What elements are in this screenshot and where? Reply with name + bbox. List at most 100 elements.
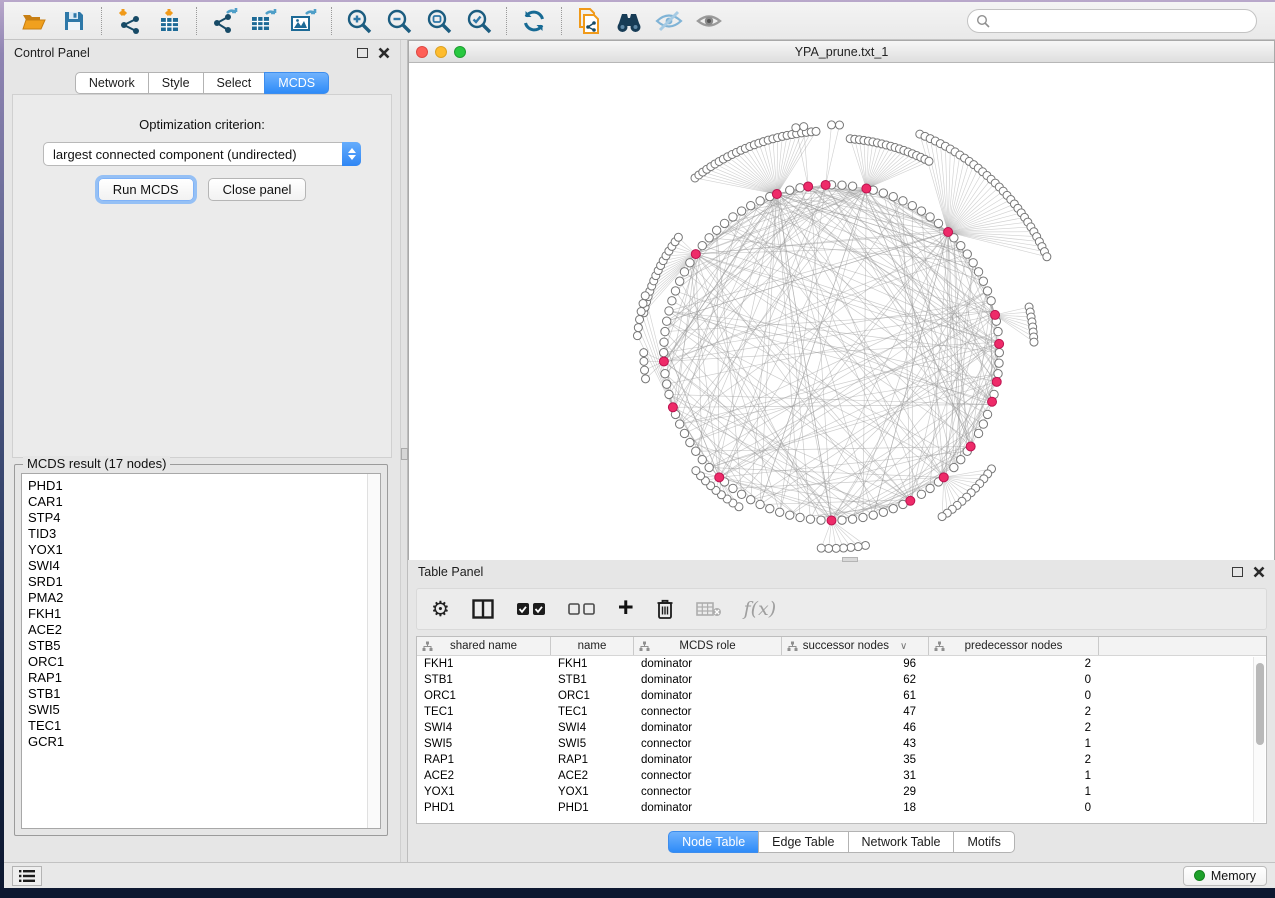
- table-cell[interactable]: YOX1: [551, 784, 634, 800]
- table-row[interactable]: ORC1ORC1dominator610: [417, 688, 1266, 704]
- criterion-dropdown[interactable]: largest connected component (undirected): [43, 142, 361, 166]
- mcds-result-item[interactable]: TEC1: [28, 718, 380, 734]
- table-cell[interactable]: 18: [782, 800, 929, 816]
- mcds-result-item[interactable]: TID3: [28, 526, 380, 542]
- import-network-button[interactable]: [109, 5, 149, 37]
- table-tab-network-table[interactable]: Network Table: [848, 831, 955, 853]
- deselect-all-checkboxes-icon[interactable]: [568, 594, 596, 624]
- column-header[interactable]: name: [551, 637, 634, 655]
- tab-select[interactable]: Select: [203, 72, 266, 94]
- hide-selected-button[interactable]: [649, 5, 689, 37]
- select-all-checkboxes-icon[interactable]: [516, 594, 546, 624]
- mcds-result-item[interactable]: STB1: [28, 686, 380, 702]
- mcds-result-item[interactable]: SWI5: [28, 702, 380, 718]
- delete-column-trash-icon[interactable]: [656, 594, 674, 624]
- table-cell[interactable]: SWI4: [417, 720, 551, 736]
- result-list-scrollbar[interactable]: [367, 474, 380, 828]
- column-header[interactable]: shared name: [417, 637, 551, 655]
- export-image-button[interactable]: [284, 5, 324, 37]
- tab-network[interactable]: Network: [75, 72, 149, 94]
- table-cell[interactable]: dominator: [634, 656, 782, 672]
- show-column-panel-icon[interactable]: [472, 594, 494, 624]
- table-cell[interactable]: connector: [634, 784, 782, 800]
- mcds-result-item[interactable]: PHD1: [28, 478, 380, 494]
- table-row[interactable]: ACE2ACE2connector311: [417, 768, 1266, 784]
- table-cell[interactable]: 62: [782, 672, 929, 688]
- export-table-button[interactable]: [244, 5, 284, 37]
- network-canvas[interactable]: [409, 63, 1274, 560]
- network-graph[interactable]: [409, 63, 1274, 560]
- task-history-button[interactable]: [12, 866, 42, 886]
- table-cell[interactable]: dominator: [634, 672, 782, 688]
- mcds-result-item[interactable]: RAP1: [28, 670, 380, 686]
- table-cell[interactable]: 2: [929, 704, 1099, 720]
- table-cell[interactable]: connector: [634, 704, 782, 720]
- table-tab-edge-table[interactable]: Edge Table: [758, 831, 848, 853]
- table-cell[interactable]: FKH1: [551, 656, 634, 672]
- table-cell[interactable]: 96: [782, 656, 929, 672]
- add-column-plus-icon[interactable]: +: [618, 593, 634, 623]
- table-cell[interactable]: 0: [929, 800, 1099, 816]
- table-row[interactable]: RAP1RAP1dominator352: [417, 752, 1266, 768]
- tab-mcds[interactable]: MCDS: [264, 72, 329, 94]
- table-cell[interactable]: connector: [634, 768, 782, 784]
- table-cell[interactable]: 1: [929, 768, 1099, 784]
- network-frame-titlebar[interactable]: YPA_prune.txt_1: [409, 41, 1274, 63]
- table-cell[interactable]: ACE2: [551, 768, 634, 784]
- show-all-button[interactable]: [689, 5, 729, 37]
- table-cell[interactable]: RAP1: [417, 752, 551, 768]
- table-cell[interactable]: 29: [782, 784, 929, 800]
- table-cell[interactable]: ACE2: [417, 768, 551, 784]
- horizontal-splitter-grip[interactable]: [842, 557, 858, 562]
- table-row[interactable]: FKH1FKH1dominator962: [417, 656, 1266, 672]
- table-cell[interactable]: PHD1: [551, 800, 634, 816]
- table-cell[interactable]: SWI5: [551, 736, 634, 752]
- search-input[interactable]: [995, 14, 1248, 28]
- table-cell[interactable]: STB1: [551, 672, 634, 688]
- mcds-result-item[interactable]: ACE2: [28, 622, 380, 638]
- mcds-result-item[interactable]: CAR1: [28, 494, 380, 510]
- table-cell[interactable]: ORC1: [551, 688, 634, 704]
- save-session-button[interactable]: [54, 5, 94, 37]
- table-cell[interactable]: 2: [929, 720, 1099, 736]
- mcds-result-item[interactable]: GCR1: [28, 734, 380, 750]
- zoom-fit-button[interactable]: [419, 5, 459, 37]
- table-cell[interactable]: 46: [782, 720, 929, 736]
- zoom-in-button[interactable]: [339, 5, 379, 37]
- table-cell[interactable]: SWI4: [551, 720, 634, 736]
- table-cell[interactable]: PHD1: [417, 800, 551, 816]
- open-file-button[interactable]: [14, 5, 54, 37]
- close-panel-icon[interactable]: [378, 47, 390, 59]
- search-binoculars-button[interactable]: [609, 5, 649, 37]
- column-header[interactable]: successor nodes∨: [782, 637, 929, 655]
- mcds-result-item[interactable]: STB5: [28, 638, 380, 654]
- table-cell[interactable]: RAP1: [551, 752, 634, 768]
- table-cell[interactable]: dominator: [634, 752, 782, 768]
- vertical-splitter[interactable]: [400, 40, 408, 862]
- table-cell[interactable]: 1: [929, 784, 1099, 800]
- table-row[interactable]: TEC1TEC1connector472: [417, 704, 1266, 720]
- table-tab-node-table[interactable]: Node Table: [668, 831, 759, 853]
- export-network-button[interactable]: [204, 5, 244, 37]
- mcds-result-item[interactable]: SWI4: [28, 558, 380, 574]
- mcds-result-item[interactable]: PMA2: [28, 590, 380, 606]
- run-mcds-button[interactable]: Run MCDS: [98, 178, 194, 201]
- mcds-result-item[interactable]: STP4: [28, 510, 380, 526]
- zoom-out-button[interactable]: [379, 5, 419, 37]
- table-row[interactable]: SWI4SWI4dominator462: [417, 720, 1266, 736]
- table-cell[interactable]: FKH1: [417, 656, 551, 672]
- mcds-result-item[interactable]: ORC1: [28, 654, 380, 670]
- float-table-panel-button[interactable]: [1232, 567, 1243, 577]
- mcds-result-item[interactable]: SRD1: [28, 574, 380, 590]
- column-header[interactable]: MCDS role: [634, 637, 782, 655]
- table-cell[interactable]: 2: [929, 656, 1099, 672]
- table-row[interactable]: PHD1PHD1dominator180: [417, 800, 1266, 816]
- table-cell[interactable]: SWI5: [417, 736, 551, 752]
- splitter-grip[interactable]: [401, 448, 408, 460]
- mcds-result-item[interactable]: FKH1: [28, 606, 380, 622]
- table-cell[interactable]: 0: [929, 688, 1099, 704]
- table-vertical-scrollbar[interactable]: [1253, 657, 1265, 822]
- table-cell[interactable]: 47: [782, 704, 929, 720]
- table-cell[interactable]: 31: [782, 768, 929, 784]
- import-table-button[interactable]: [149, 5, 189, 37]
